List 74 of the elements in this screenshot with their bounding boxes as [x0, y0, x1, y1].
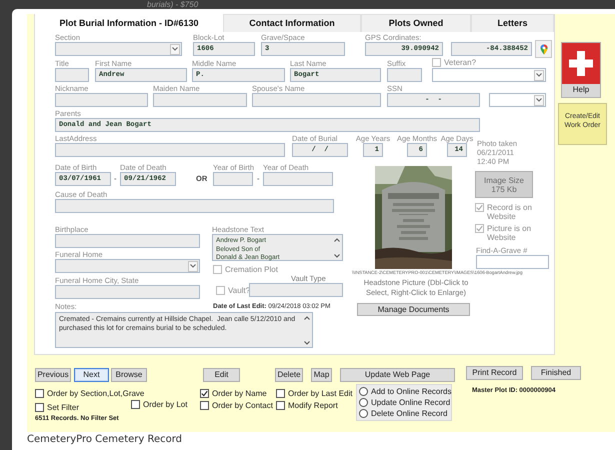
toolbar-button[interactable]: Map: [311, 368, 332, 382]
toolbar-button[interactable]: Finished: [531, 366, 581, 380]
form-tab[interactable]: Plots Owned: [361, 14, 471, 32]
order-option-checkbox[interactable]: [131, 400, 140, 409]
toolbar-button[interactable]: Browse: [111, 368, 147, 382]
find-a-grave-field[interactable]: [476, 255, 549, 269]
ssn-type-dropdown[interactable]: [489, 93, 546, 107]
funeral-home-city-field[interactable]: [55, 285, 200, 299]
toolbar-button[interactable]: Previous: [35, 368, 71, 382]
order-option-label: Order by Last Edit: [288, 389, 352, 398]
veteran-type-dropdown[interactable]: [432, 68, 546, 82]
caret-icon: [536, 73, 542, 77]
toolbar-button[interactable]: Delete: [275, 368, 303, 382]
cause-of-death-field[interactable]: [55, 199, 334, 213]
help-button[interactable]: Help: [561, 42, 601, 98]
toolbar-button[interactable]: Print Record: [466, 366, 523, 380]
order-option-checkbox[interactable]: [276, 401, 285, 410]
page-caption: burials) - $750: [147, 0, 198, 9]
cremation-plot-label: Cremation Plot: [225, 265, 278, 274]
scroll-down-icon[interactable]: [304, 341, 310, 345]
online-action-label: Update Online Record: [371, 398, 450, 407]
order-option-checkbox[interactable]: [276, 389, 285, 398]
online-action-label: Add to Online Records: [371, 387, 452, 396]
order-option-checkbox[interactable]: [35, 389, 44, 398]
online-action-radio[interactable]: [359, 409, 368, 418]
order-option-label: Order by Name: [212, 389, 267, 398]
spouse-name-field[interactable]: [252, 93, 381, 107]
caret-icon: [172, 47, 178, 51]
vault-label: Vault?: [228, 286, 250, 294]
scroll-up-icon[interactable]: [334, 238, 340, 242]
maiden-name-field[interactable]: [153, 93, 247, 107]
order-option-label: Modify Report: [288, 401, 338, 410]
record-on-website-label: Record is on Website: [487, 203, 533, 221]
scroll-up-icon[interactable]: [304, 316, 310, 320]
record-on-website-checkbox[interactable]: [475, 203, 484, 212]
online-action-radio[interactable]: [359, 387, 368, 396]
picture-on-website-checkbox[interactable]: [475, 224, 484, 233]
caret-icon: [190, 264, 196, 268]
year-of-birth-field[interactable]: [213, 172, 253, 186]
order-option-label: Order by Lot: [143, 400, 188, 409]
year-of-death-field[interactable]: [263, 172, 333, 186]
title-field[interactable]: [55, 68, 89, 82]
scroll-down-icon[interactable]: [334, 254, 340, 258]
nickname-field[interactable]: [55, 93, 148, 107]
vault-checkbox[interactable]: [216, 286, 225, 294]
toolbar-button[interactable]: Next: [74, 368, 109, 382]
funeral-home-dropdown[interactable]: [55, 259, 200, 273]
order-option-checkbox[interactable]: [35, 403, 44, 412]
caret-icon: [536, 98, 542, 102]
order-option-checkbox[interactable]: [200, 389, 209, 398]
map-location-button[interactable]: [535, 40, 552, 58]
order-option-label: Set Filter: [47, 403, 80, 412]
cremation-plot-checkbox[interactable]: [213, 265, 222, 274]
section-dropdown[interactable]: [55, 42, 182, 56]
order-option-label: Order by Section,Lot,Grave: [47, 389, 144, 398]
medical-cross-icon: [562, 43, 600, 84]
form-tab[interactable]: Contact Information: [223, 14, 361, 32]
form-tab[interactable]: Letters: [471, 14, 554, 32]
last-address-field[interactable]: [55, 143, 285, 157]
picture-on-website-label: Picture is on Website: [487, 224, 532, 242]
vault-type-field[interactable]: [249, 283, 343, 297]
online-action-label: Delete Online Record: [371, 409, 448, 418]
veteran-checkbox[interactable]: [432, 58, 441, 67]
order-option-checkbox[interactable]: [200, 401, 209, 410]
veteran-label: Veteran?: [444, 58, 476, 67]
online-action-radio[interactable]: [359, 398, 368, 407]
map-pin-icon: [540, 44, 548, 54]
birthplace-field[interactable]: [55, 234, 200, 248]
toolbar-button[interactable]: Update Web Page: [340, 368, 455, 382]
toolbar-button[interactable]: Edit: [203, 368, 240, 382]
manage-documents-button[interactable]: Manage Documents: [357, 303, 470, 316]
order-option-label: Order by Contact: [212, 401, 273, 410]
footer-title: CemeteryPro Cemetery Record: [27, 434, 182, 446]
suffix-field[interactable]: [387, 68, 422, 82]
